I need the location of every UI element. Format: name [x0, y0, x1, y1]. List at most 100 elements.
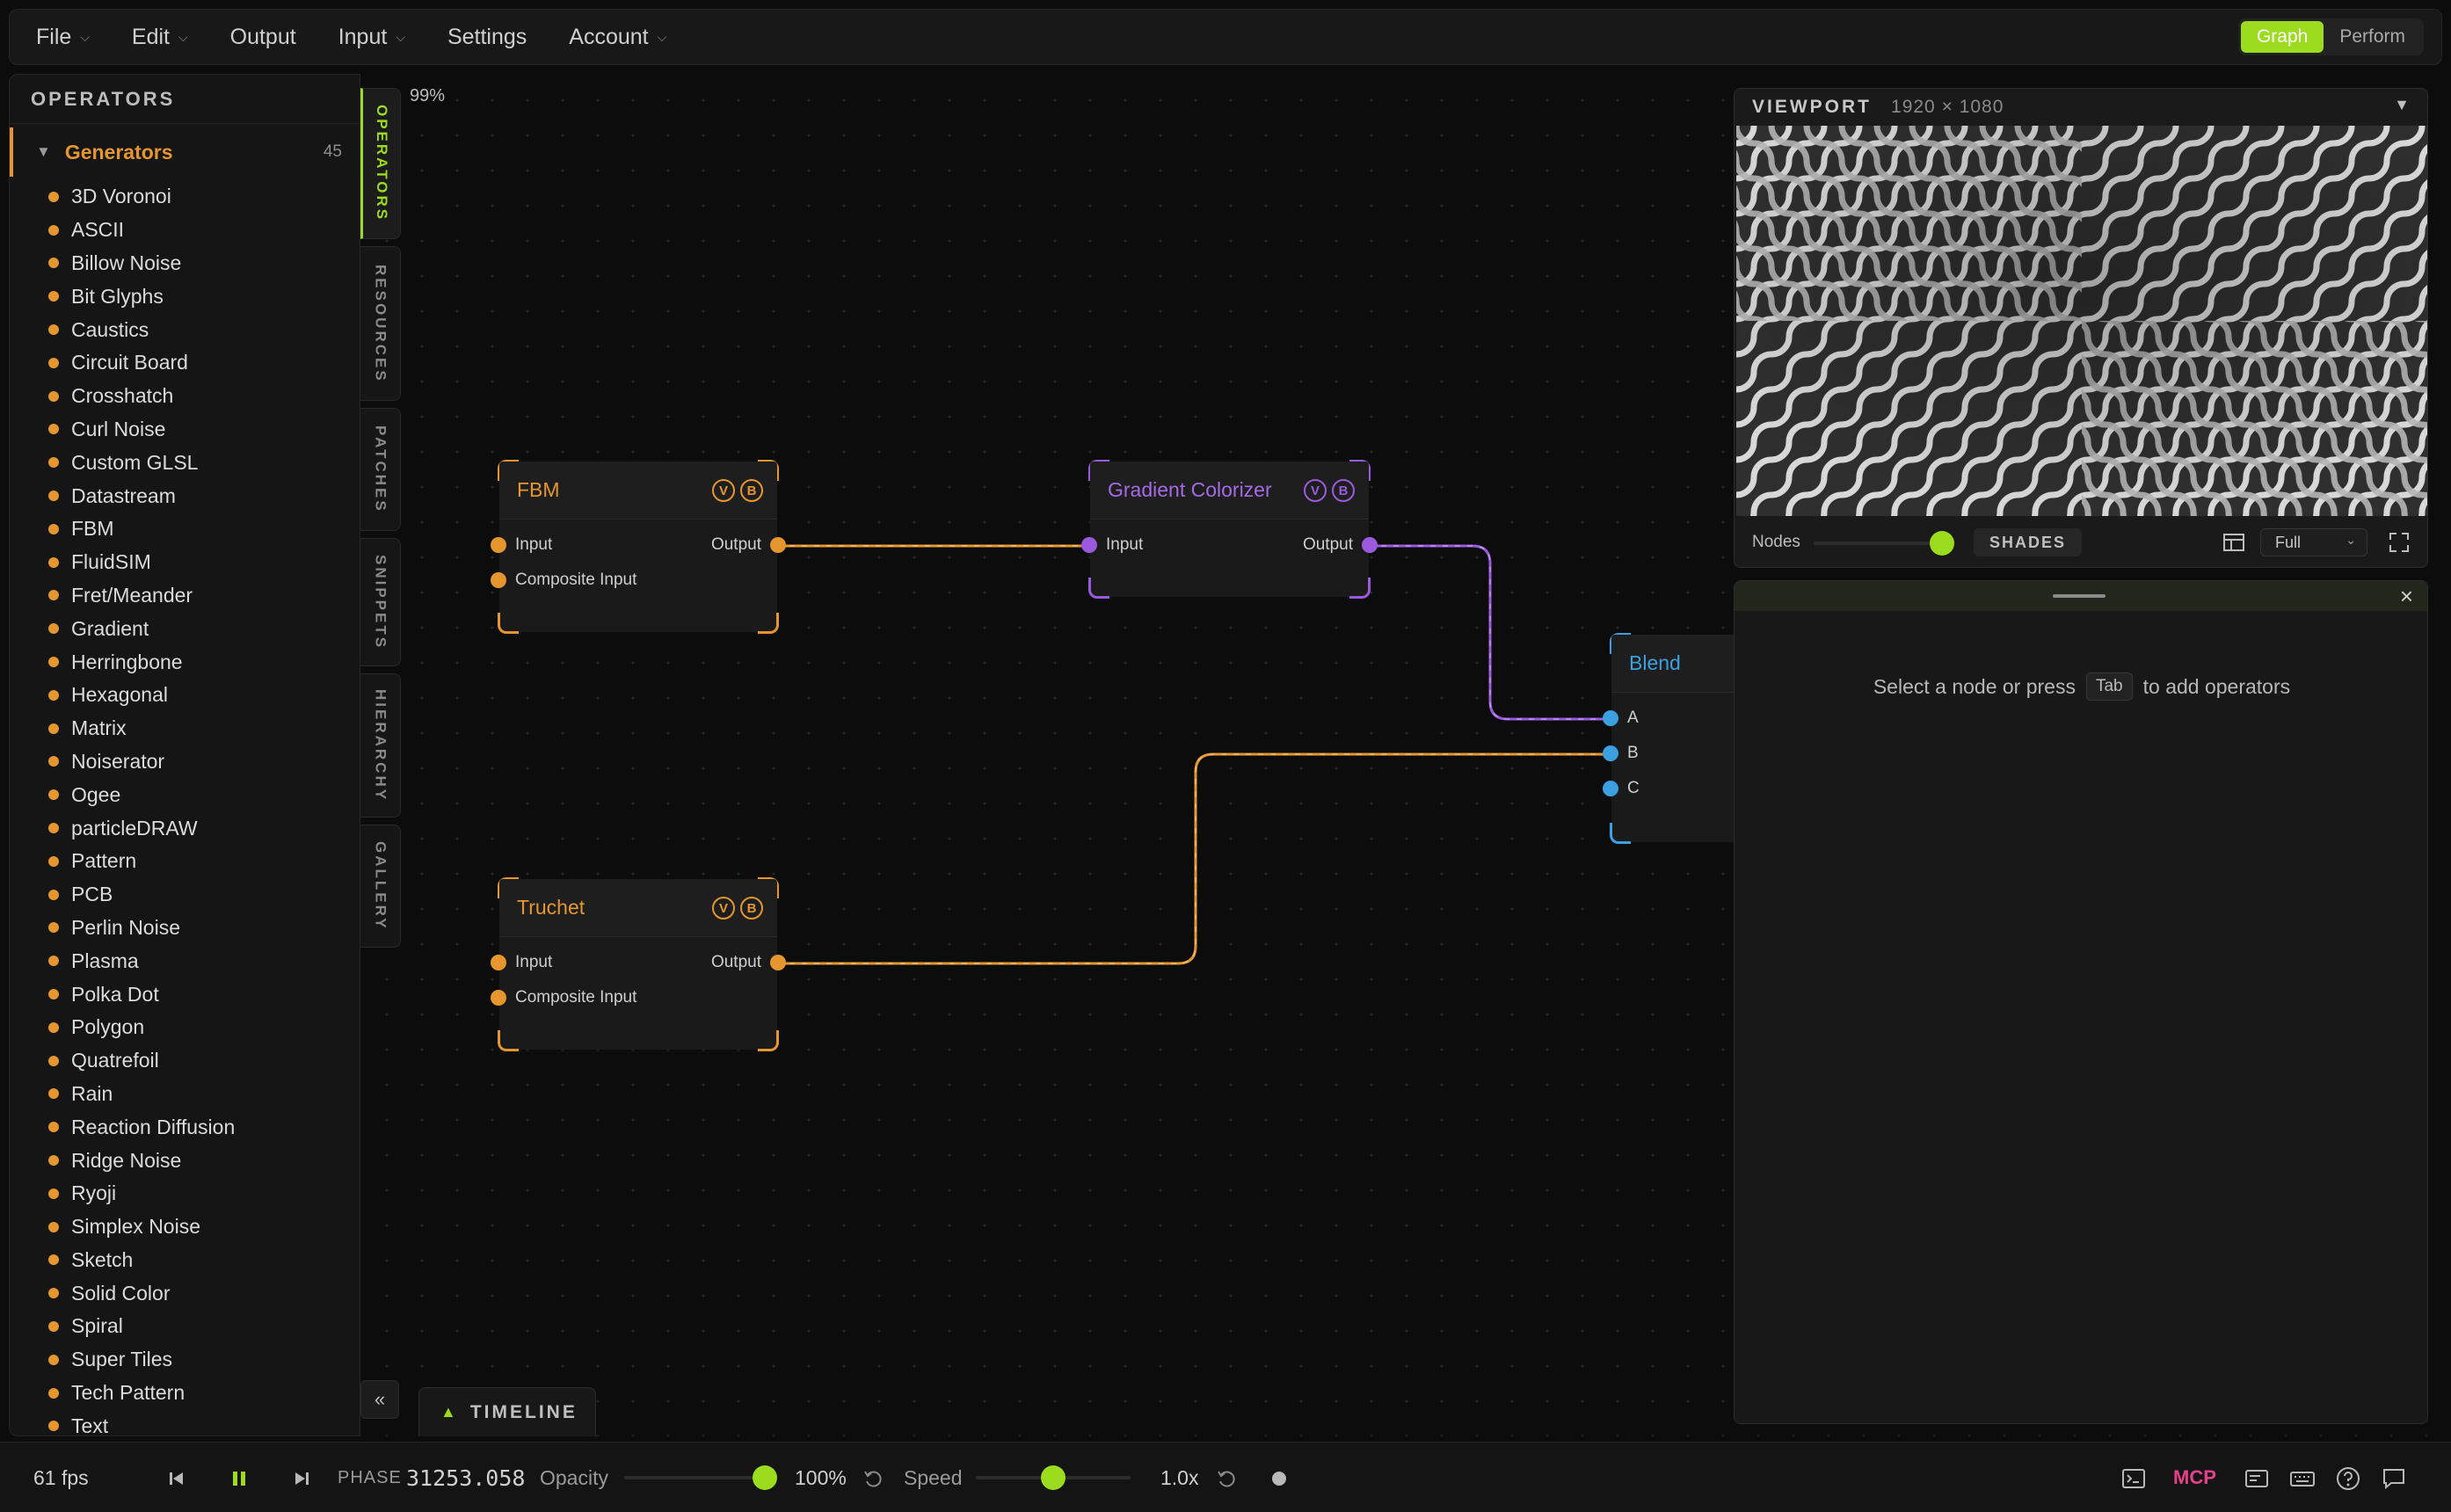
- node-truchet[interactable]: Truchet V B Input Composite Input Output: [491, 877, 786, 1051]
- operator-item[interactable]: Caustics: [10, 313, 360, 346]
- operator-item[interactable]: Billow Noise: [10, 247, 360, 280]
- port-dot[interactable]: [491, 990, 506, 1006]
- visible-toggle[interactable]: V: [1304, 479, 1327, 502]
- operator-item[interactable]: Tech Pattern: [10, 1377, 360, 1410]
- chat-icon[interactable]: [2381, 1465, 2407, 1492]
- speed-slider-knob[interactable]: [1041, 1465, 1065, 1490]
- operator-item[interactable]: Hexagonal: [10, 679, 360, 712]
- bypass-toggle[interactable]: B: [740, 897, 763, 920]
- node-header[interactable]: Gradient Colorizer V B: [1090, 462, 1369, 520]
- operator-item[interactable]: Ryoji: [10, 1177, 360, 1210]
- keyboard-icon[interactable]: [2289, 1465, 2316, 1492]
- operator-item[interactable]: Pattern: [10, 845, 360, 878]
- menu-settings[interactable]: Settings: [432, 17, 542, 57]
- operator-item[interactable]: Reaction Diffusion: [10, 1110, 360, 1144]
- operator-item[interactable]: Sketch: [10, 1244, 360, 1277]
- fullscreen-icon[interactable]: [2387, 530, 2411, 555]
- composite-input-port[interactable]: Composite Input: [491, 988, 636, 1007]
- operator-item[interactable]: Datastream: [10, 479, 360, 512]
- mcp-button[interactable]: MCP: [2173, 1443, 2216, 1512]
- node-header[interactable]: FBM V B: [499, 462, 777, 520]
- menu-output[interactable]: Output: [215, 17, 312, 57]
- timeline-toggle[interactable]: ▲ TIMELINE: [418, 1387, 596, 1436]
- mode-graph-button[interactable]: Graph: [2240, 21, 2324, 53]
- operator-item[interactable]: Plasma: [10, 944, 360, 978]
- operator-item[interactable]: Polygon: [10, 1011, 360, 1044]
- menu-input[interactable]: Input ⌵: [323, 17, 421, 57]
- operator-item[interactable]: Fret/Meander: [10, 579, 360, 613]
- operator-item[interactable]: Rain: [10, 1078, 360, 1111]
- collapse-viewport-icon[interactable]: ▼: [2394, 96, 2410, 114]
- node-gradient-colorizer[interactable]: Gradient Colorizer V B Input Output: [1081, 460, 1378, 599]
- operator-item[interactable]: Text: [10, 1409, 360, 1436]
- operator-item[interactable]: Curl Noise: [10, 413, 360, 447]
- input-port[interactable]: Input: [1081, 535, 1143, 555]
- nodes-slider[interactable]: [1814, 542, 1946, 545]
- tab-snippets[interactable]: SNIPPETS: [360, 538, 401, 666]
- visible-toggle[interactable]: V: [712, 479, 735, 502]
- tab-gallery[interactable]: GALLERY: [360, 825, 401, 948]
- port-dot[interactable]: [1362, 537, 1378, 553]
- operator-item[interactable]: Simplex Noise: [10, 1210, 360, 1244]
- operator-item[interactable]: Perlin Noise: [10, 912, 360, 945]
- bypass-toggle[interactable]: B: [1332, 479, 1355, 502]
- operator-item[interactable]: Super Tiles: [10, 1343, 360, 1377]
- tab-resources[interactable]: RESOURCES: [360, 246, 401, 401]
- node-header[interactable]: Truchet V B: [499, 879, 777, 937]
- reset-icon[interactable]: [860, 1465, 886, 1492]
- operator-item[interactable]: Custom GLSL: [10, 446, 360, 479]
- composite-input-port[interactable]: Composite Input: [491, 571, 636, 590]
- skip-back-icon[interactable]: [164, 1465, 190, 1492]
- operator-item[interactable]: 3D Voronoi: [10, 180, 360, 214]
- output-port[interactable]: Output: [711, 535, 786, 555]
- port-dot[interactable]: [770, 955, 786, 970]
- port-dot[interactable]: [1603, 745, 1618, 761]
- drag-handle[interactable]: [2053, 594, 2106, 598]
- pause-icon[interactable]: [226, 1465, 252, 1492]
- viewport-size-select[interactable]: Full ⌄: [2260, 528, 2367, 556]
- port-dot[interactable]: [491, 537, 506, 553]
- nodes-slider-knob[interactable]: [1930, 531, 1954, 556]
- close-icon[interactable]: ×: [2400, 583, 2413, 610]
- input-port[interactable]: Input: [491, 535, 552, 555]
- shades-button[interactable]: SHADES: [1974, 528, 2083, 556]
- port-dot[interactable]: [491, 955, 506, 970]
- panel-icon[interactable]: [2244, 1465, 2270, 1492]
- tab-hierarchy[interactable]: HIERARCHY: [360, 673, 401, 818]
- operator-item[interactable]: FBM: [10, 512, 360, 546]
- input-port-c[interactable]: C: [1603, 779, 1640, 798]
- input-port[interactable]: Input: [491, 953, 552, 972]
- help-icon[interactable]: [2335, 1465, 2361, 1492]
- record-icon[interactable]: [1266, 1465, 1292, 1492]
- operator-item[interactable]: ASCII: [10, 214, 360, 247]
- opacity-slider[interactable]: [624, 1476, 772, 1479]
- operator-item[interactable]: Gradient: [10, 612, 360, 645]
- input-port-b[interactable]: B: [1603, 744, 1639, 763]
- port-dot[interactable]: [1603, 781, 1618, 796]
- menu-edit[interactable]: Edit ⌵: [116, 17, 204, 57]
- tab-patches[interactable]: PATCHES: [360, 408, 401, 531]
- category-generators[interactable]: ▼ Generators 45: [10, 127, 360, 177]
- operator-item[interactable]: Spiral: [10, 1310, 360, 1343]
- tab-operators[interactable]: OPERATORS: [360, 88, 401, 239]
- terminal-icon[interactable]: [2120, 1465, 2147, 1492]
- port-dot[interactable]: [1081, 537, 1097, 553]
- port-dot[interactable]: [491, 572, 506, 588]
- operator-item[interactable]: FluidSIM: [10, 546, 360, 579]
- input-port-a[interactable]: A: [1603, 709, 1639, 728]
- operator-item[interactable]: Quatrefoil: [10, 1044, 360, 1078]
- operator-item[interactable]: Solid Color: [10, 1276, 360, 1310]
- output-port[interactable]: Output: [711, 953, 786, 972]
- port-dot[interactable]: [770, 537, 786, 553]
- operator-item[interactable]: Polka Dot: [10, 978, 360, 1011]
- operator-item[interactable]: Bit Glyphs: [10, 280, 360, 313]
- operator-item[interactable]: Ogee: [10, 778, 360, 811]
- collapse-sidebar-button[interactable]: «: [360, 1380, 399, 1419]
- skip-forward-icon[interactable]: [288, 1465, 315, 1492]
- operator-item[interactable]: particleDRAW: [10, 811, 360, 845]
- opacity-slider-knob[interactable]: [753, 1465, 777, 1490]
- menu-account[interactable]: Account ⌵: [553, 17, 682, 57]
- output-port[interactable]: Output: [1303, 535, 1378, 555]
- visible-toggle[interactable]: V: [712, 897, 735, 920]
- node-fbm[interactable]: FBM V B Input Composite Input Output: [491, 460, 786, 634]
